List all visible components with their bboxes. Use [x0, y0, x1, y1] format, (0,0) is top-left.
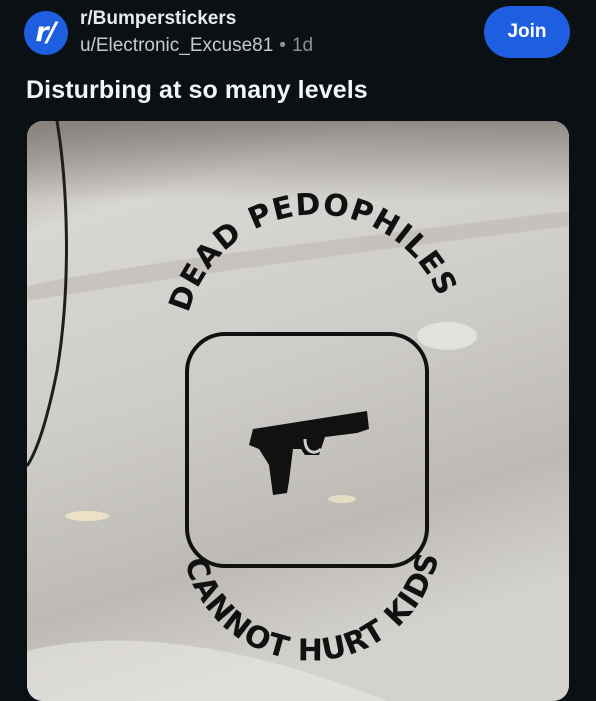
post-image[interactable]: DEAD PEDOPHILES CANNOT HURT KIDS: [27, 121, 569, 701]
post-photo: DEAD PEDOPHILES CANNOT HURT KIDS: [27, 121, 569, 701]
post-meta: u/Electronic_Excuse81 • 1d: [80, 35, 313, 57]
post-header: r/ r/Bumperstickers u/Electronic_Excuse8…: [0, 0, 596, 70]
subreddit-avatar-text: r/: [35, 16, 56, 48]
subreddit-name[interactable]: r/Bumperstickers: [80, 8, 236, 30]
post-title[interactable]: Disturbing at so many levels: [26, 76, 368, 105]
author-name[interactable]: u/Electronic_Excuse81: [80, 35, 273, 56]
join-button[interactable]: Join: [484, 6, 570, 58]
post-age: 1d: [291, 35, 314, 56]
subreddit-avatar-icon[interactable]: r/: [24, 11, 68, 55]
meta-separator: •: [279, 35, 286, 56]
